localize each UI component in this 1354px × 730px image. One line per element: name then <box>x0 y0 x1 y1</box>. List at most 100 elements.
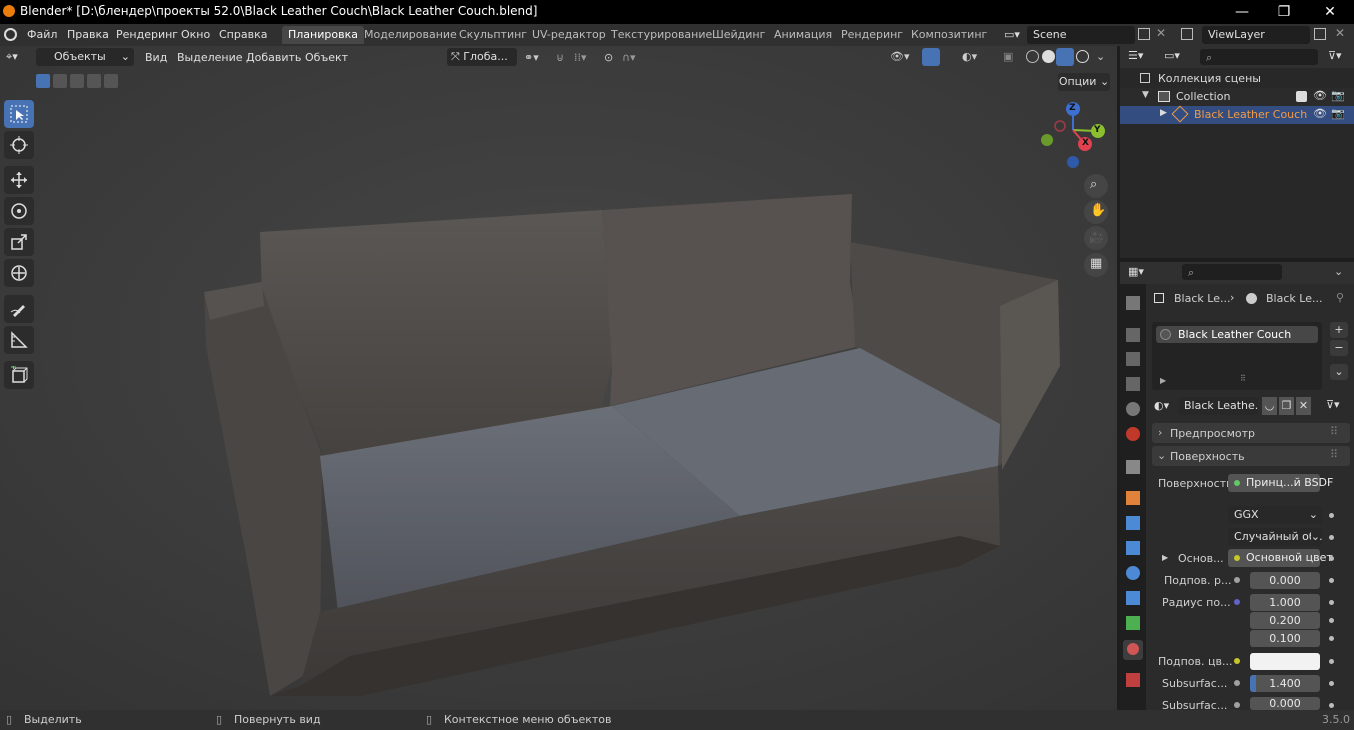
scene-selector-icon[interactable]: ▭▾ <box>1004 28 1024 42</box>
constraints-tab-icon[interactable] <box>1126 591 1140 605</box>
keyframe-dot-icon[interactable] <box>1329 556 1334 561</box>
base-expand-arrow-icon[interactable]: ▶ <box>1162 553 1168 562</box>
pin-icon[interactable]: ⚲ <box>1336 291 1344 304</box>
select-new-icon[interactable] <box>36 74 50 88</box>
outliner-editor-icon[interactable]: ☰▾ <box>1128 49 1143 62</box>
material-slot-item[interactable]: Black Leather Couch <box>1156 326 1318 343</box>
keyframe-dot-icon[interactable] <box>1329 703 1334 708</box>
rotate-tool[interactable] <box>4 197 34 225</box>
options-dropdown[interactable]: Опции ⌄ <box>1058 73 1110 91</box>
add-cube-tool[interactable] <box>4 361 34 389</box>
slot-specials-button[interactable]: ⌄ <box>1330 364 1348 380</box>
exclude-checkbox-icon[interactable] <box>1296 91 1307 102</box>
properties-options-chevron-icon[interactable]: ⌄ <box>1334 265 1343 278</box>
collection-tab-icon[interactable] <box>1126 460 1140 474</box>
view-layer-icon[interactable] <box>1181 28 1193 40</box>
object-eye-icon[interactable]: 👁 <box>1313 107 1327 120</box>
slot-expand-icon[interactable]: ▶ <box>1160 376 1166 385</box>
blender-menu-icon[interactable] <box>4 28 17 41</box>
base-color-link-field[interactable]: Основной цвет <box>1228 549 1333 567</box>
keyframe-dot-icon[interactable] <box>1329 659 1334 664</box>
snap-icon[interactable]: ⊍ <box>556 51 564 64</box>
unlink-material-icon[interactable]: ✕ <box>1296 397 1311 415</box>
duplicate-material-icon[interactable]: ❐ <box>1279 397 1294 415</box>
cursor-tool[interactable] <box>4 131 34 159</box>
perspective-toggle-button[interactable]: ▦ <box>1084 253 1108 277</box>
subsurface-method-dropdown[interactable]: Случайный об... ⌄ <box>1228 528 1322 546</box>
tab-compositing[interactable]: Композитинг <box>905 26 993 44</box>
render-tab-icon[interactable] <box>1126 328 1140 342</box>
world-tab-icon[interactable] <box>1126 427 1140 441</box>
material-slot-list[interactable]: Black Leather Couch ▶ ⠿ <box>1152 322 1322 390</box>
overlay-toggle-icon[interactable]: ◐▾ <box>962 50 977 63</box>
scene-field[interactable]: Scene <box>1027 26 1135 44</box>
panel-drag-handle-icon[interactable]: ⠿ <box>1330 425 1338 438</box>
eye-icon[interactable]: 👁 <box>1313 89 1327 102</box>
select-intersect-icon[interactable] <box>104 74 118 88</box>
menu-object[interactable]: Объект <box>305 51 348 64</box>
filter-icon[interactable]: ⊽▾ <box>1328 49 1342 62</box>
maximize-button[interactable]: ❐ <box>1264 2 1304 22</box>
object-tab-icon[interactable] <box>1126 491 1140 505</box>
transform-orientation-selector[interactable]: ⤧ Глоба... <box>447 48 517 66</box>
scale-tool[interactable] <box>4 228 34 256</box>
output-tab-icon[interactable] <box>1126 352 1140 366</box>
modifier-tab-icon[interactable] <box>1126 516 1140 530</box>
preview-panel-header[interactable]: › Предпросмотр ⠿ <box>1152 423 1350 443</box>
data-tab-icon[interactable] <box>1126 616 1140 630</box>
fake-user-icon[interactable]: ◡ <box>1262 397 1277 415</box>
keyframe-dot-icon[interactable] <box>1329 681 1334 686</box>
keyframe-dot-icon[interactable] <box>1329 636 1334 641</box>
material-name-field[interactable]: Black Leathe... <box>1178 397 1258 415</box>
minimize-button[interactable]: — <box>1222 2 1262 22</box>
tab-sculpting[interactable]: Скульптинг <box>453 26 533 44</box>
surface-panel-header[interactable]: ⌄ Поверхность ⠿ <box>1152 446 1350 466</box>
mode-selector[interactable]: Объекты ⌄ <box>36 48 134 66</box>
annotate-tool[interactable] <box>4 295 34 323</box>
camera-view-button[interactable]: 🎥 <box>1084 226 1108 250</box>
keyframe-dot-icon[interactable] <box>1329 513 1334 518</box>
transform-tool[interactable] <box>4 259 34 287</box>
keyframe-dot-icon[interactable] <box>1329 600 1334 605</box>
rendered-shading-icon[interactable] <box>1076 50 1089 63</box>
render-camera-icon[interactable]: 📷 <box>1331 89 1345 102</box>
tab-rendering[interactable]: Рендеринг <box>835 26 909 44</box>
menu-window[interactable]: Окно <box>181 28 210 41</box>
surface-shader-field[interactable]: Принц...й BSDF <box>1228 474 1333 492</box>
slot-resize-handle-icon[interactable]: ⠿ <box>1240 374 1246 383</box>
menu-edit[interactable]: Правка <box>67 28 109 41</box>
properties-editor-icon[interactable]: ▦▾ <box>1128 265 1144 278</box>
object-render-icon[interactable]: 📷 <box>1331 107 1345 120</box>
add-slot-button[interactable]: + <box>1330 322 1348 338</box>
proportional-edit-icon[interactable]: ⊙ <box>604 51 613 64</box>
snap-target-icon[interactable]: ⁞⁞▾ <box>574 51 587 64</box>
wireframe-shading-icon[interactable] <box>1026 50 1039 63</box>
remove-slot-button[interactable]: − <box>1330 340 1348 356</box>
collection-row[interactable]: ▼ Collection 👁 📷 <box>1120 88 1354 106</box>
tool-tab-icon[interactable] <box>1126 296 1140 310</box>
pivot-icon[interactable]: ⚭▾ <box>524 51 539 64</box>
subsurface-radius-x-field[interactable]: 1.000 <box>1250 594 1320 611</box>
solid-shading-icon[interactable] <box>1042 50 1055 63</box>
select-invert-icon[interactable] <box>87 74 101 88</box>
scene-collection-row[interactable]: Коллекция сцены <box>1120 70 1354 88</box>
select-subtract-icon[interactable] <box>70 74 84 88</box>
gizmo-toggle-icon[interactable] <box>922 48 940 66</box>
subsurface-radius-y-field[interactable]: 0.200 <box>1250 612 1320 629</box>
scene-tab-icon[interactable] <box>1126 402 1140 416</box>
menu-add[interactable]: Добавить <box>246 51 301 64</box>
tab-shading[interactable]: Шейдинг <box>706 26 771 44</box>
panel-drag-handle-icon[interactable]: ⠿ <box>1330 448 1338 461</box>
xray-icon[interactable]: ▣ <box>1003 50 1013 63</box>
distribution-dropdown[interactable]: GGX ⌄ <box>1228 506 1322 524</box>
view-layer-field[interactable]: ViewLayer <box>1202 26 1310 44</box>
visibility-icon[interactable]: 👁▾ <box>890 50 910 63</box>
new-view-layer-icon[interactable] <box>1314 28 1326 40</box>
tab-modeling[interactable]: Моделирование <box>358 26 463 44</box>
keyframe-dot-icon[interactable] <box>1329 535 1334 540</box>
outliner-search-input[interactable]: ⌕ <box>1200 49 1318 65</box>
axis-gizmo[interactable] <box>1036 98 1116 178</box>
zoom-button[interactable]: ⌕ <box>1084 174 1108 198</box>
texture-tab-icon[interactable] <box>1126 673 1140 687</box>
display-mode-icon[interactable]: ▭▾ <box>1164 49 1180 62</box>
